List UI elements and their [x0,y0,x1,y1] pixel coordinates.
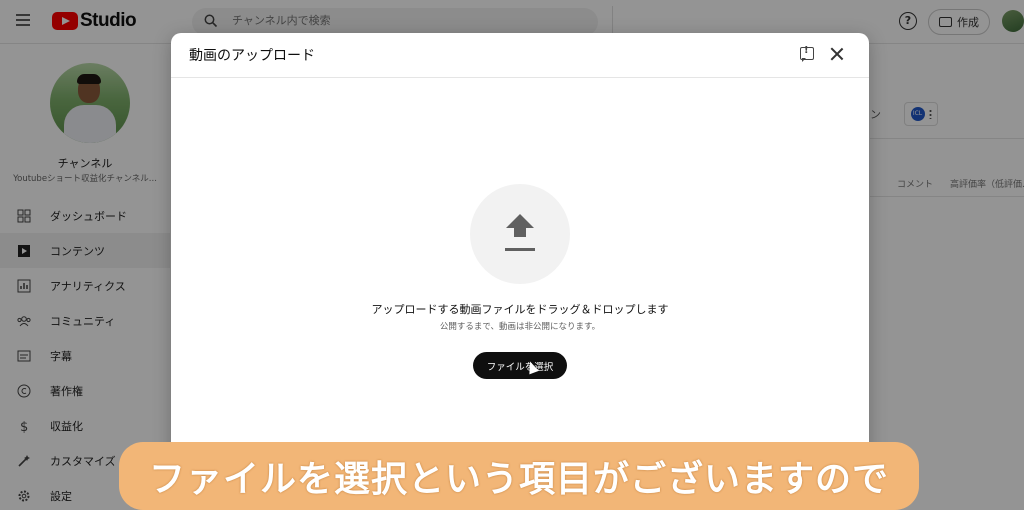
feedback-icon[interactable] [800,45,814,62]
upload-dialog: 動画のアップロード アップロードする動画ファイルをドラッグ＆ドロップします 公開… [171,33,869,510]
upload-arrow-stem [514,227,526,237]
video-caption-banner: ファイルを選択という項目がございますので [119,442,919,510]
upload-arrow-icon [506,214,534,228]
caption-text: ファイルを選択という項目がございますので [148,459,889,500]
select-file-button[interactable]: ファイルを選択 [473,352,567,379]
dialog-title: 動画のアップロード [189,48,315,64]
divider [171,77,869,78]
drop-note: 公開するまで、動画は非公開になります。 [439,322,601,332]
upload-arrow-base [505,248,535,251]
close-icon[interactable] [828,45,846,63]
drop-instruction: アップロードする動画ファイルをドラッグ＆ドロップします [371,303,669,316]
upload-drop-zone[interactable] [470,184,570,284]
